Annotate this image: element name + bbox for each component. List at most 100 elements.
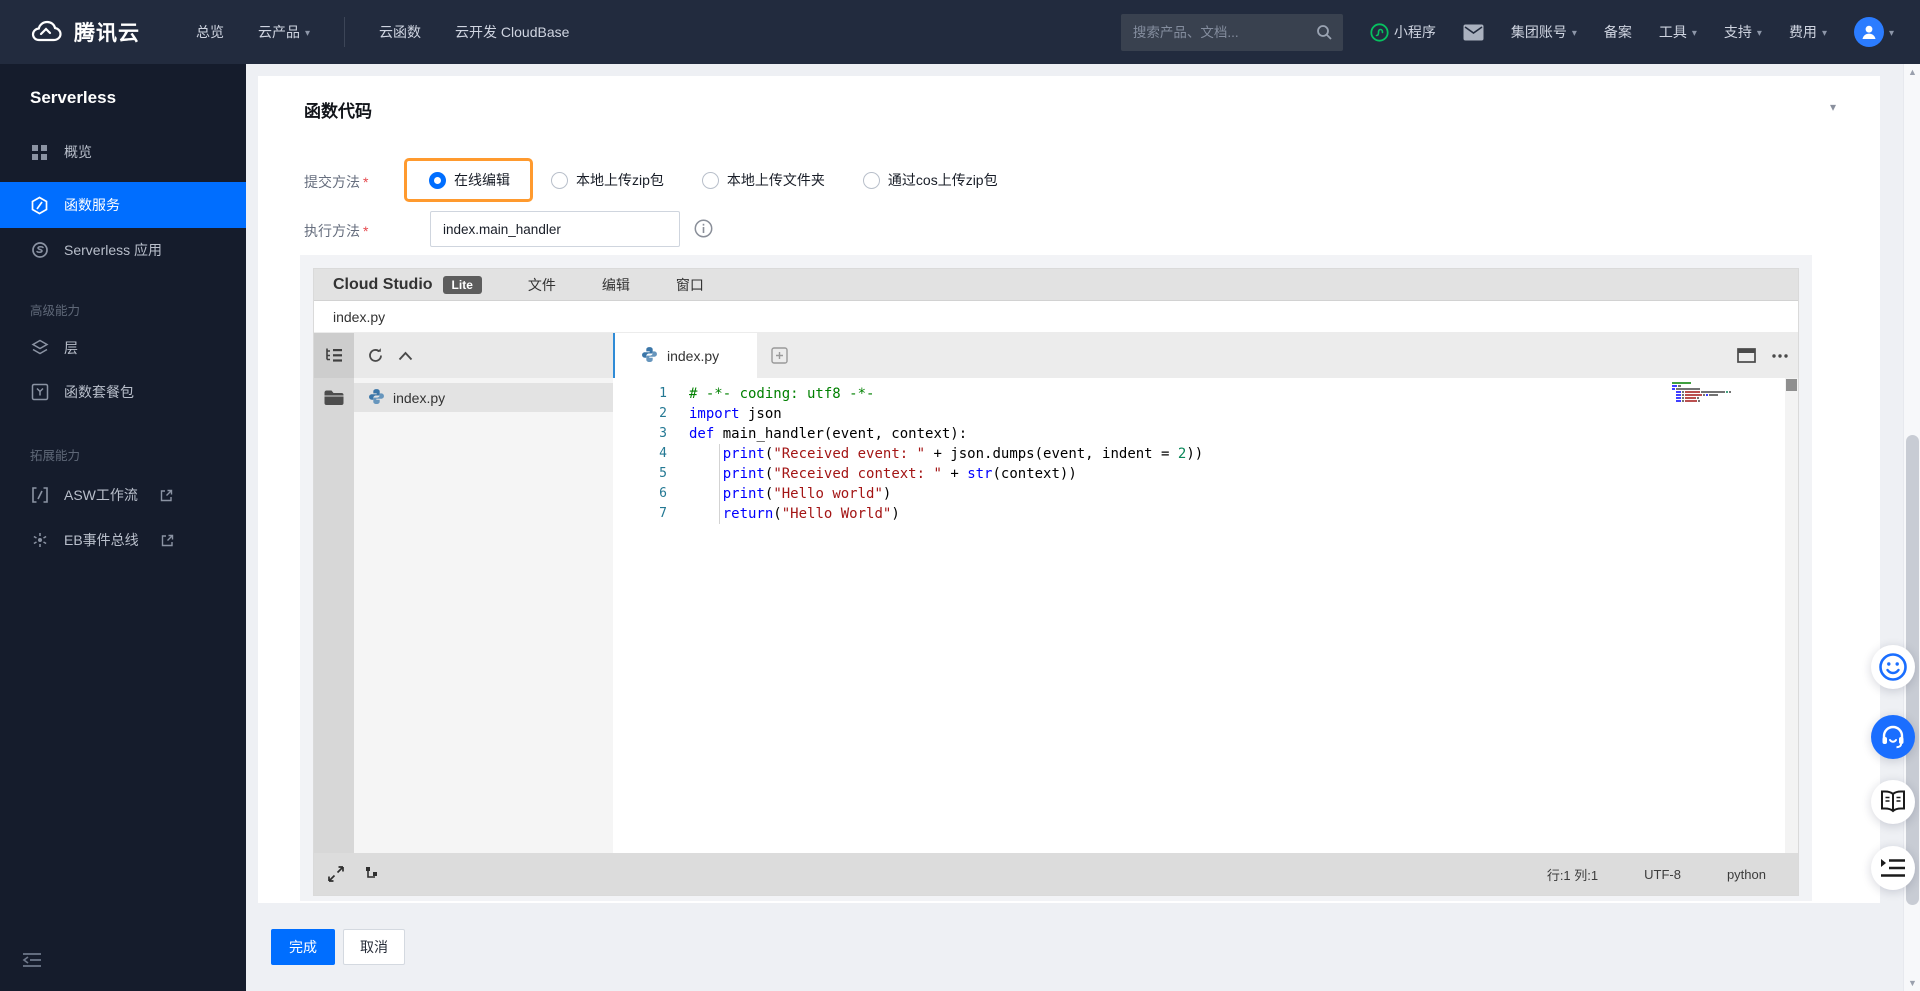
- sidebar-item-label: 层: [64, 338, 78, 358]
- book-icon: [1879, 790, 1907, 814]
- confirm-button[interactable]: 完成: [271, 929, 335, 965]
- nav-overview[interactable]: 总览: [196, 22, 224, 42]
- collapse-section-icon[interactable]: ▾: [1830, 100, 1836, 114]
- status-line-col[interactable]: 行:1 列:1: [1547, 865, 1598, 884]
- docs-button[interactable]: [1871, 780, 1915, 824]
- submit-method-label: 提交方法*: [304, 172, 368, 192]
- account-menu[interactable]: ▾: [1854, 17, 1894, 47]
- refresh-icon[interactable]: [360, 333, 390, 378]
- sidebar-item-label: ASW工作流: [64, 485, 138, 505]
- cancel-button[interactable]: 取消: [343, 929, 405, 965]
- nav-messages[interactable]: [1463, 24, 1484, 41]
- radio-icon: [551, 172, 568, 189]
- code-gutter: 1234567: [613, 384, 667, 524]
- radio-online-edit[interactable]: 在线编辑: [429, 170, 510, 190]
- sidebar: Serverless 概览 函数服务 Serverless 应用 高级能力 层 …: [0, 64, 246, 991]
- eventbus-icon: [30, 531, 49, 550]
- breadcrumb[interactable]: index.py: [314, 301, 1798, 333]
- explorer: index.py: [314, 333, 613, 853]
- search-input[interactable]: [1133, 25, 1316, 40]
- code-editor[interactable]: 1234567 # -*- coding: utf8 -*-import jso…: [613, 378, 1798, 853]
- search-icon[interactable]: [1316, 24, 1333, 41]
- nav-cloudbase[interactable]: 云开发 CloudBase: [455, 22, 569, 42]
- radio-upload-zip[interactable]: 本地上传zip包: [551, 170, 664, 190]
- list-settings-icon: [1880, 858, 1906, 878]
- tabstrip-actions: [1737, 333, 1788, 378]
- sidebar-item-layers[interactable]: 层: [0, 332, 246, 364]
- split-editor-icon[interactable]: [1737, 348, 1756, 363]
- editor-statusbar: 行:1 列:1 UTF-8 python: [314, 853, 1798, 895]
- menu-window[interactable]: 窗口: [676, 275, 704, 295]
- info-icon[interactable]: [694, 219, 713, 243]
- radio-upload-folder[interactable]: 本地上传文件夹: [702, 170, 825, 190]
- radio-cos-zip[interactable]: 通过cos上传zip包: [863, 170, 998, 190]
- python-file-icon: [641, 346, 658, 366]
- tree-item-label: index.py: [393, 390, 445, 406]
- nav-miniprogram[interactable]: 小程序: [1370, 22, 1436, 42]
- editor-scrollbar-thumb[interactable]: [1786, 379, 1797, 391]
- chevron-down-icon: ▾: [1822, 28, 1827, 39]
- sidebar-item-scf[interactable]: 函数服务: [0, 182, 246, 228]
- page-title: 函数代码: [304, 97, 372, 122]
- top-navbar: 腾讯云 总览 云产品▾ 云函数 云开发 CloudBase 小程序 集团账号▾ …: [0, 0, 1920, 64]
- collapse-all-icon[interactable]: [390, 333, 420, 378]
- new-tab-icon[interactable]: [757, 333, 802, 378]
- sidebar-section-advanced: 高级能力: [30, 300, 80, 319]
- serverless-app-icon: [30, 241, 49, 260]
- tab-label: index.py: [667, 348, 719, 364]
- required-mark: *: [363, 223, 368, 239]
- sidebar-item-package[interactable]: 函数套餐包: [0, 376, 246, 408]
- brand-text: 腾讯云: [74, 17, 140, 47]
- menu-edit[interactable]: 编辑: [602, 275, 630, 295]
- nav-group-account[interactable]: 集团账号▾: [1511, 22, 1577, 42]
- tree-view-icon[interactable]: [314, 333, 354, 378]
- editor-scrollbar[interactable]: [1785, 378, 1798, 853]
- nav-support[interactable]: 支持▾: [1724, 22, 1762, 42]
- required-mark: *: [363, 174, 368, 190]
- status-encoding[interactable]: UTF-8: [1644, 867, 1681, 882]
- navbar-right: 小程序 集团账号▾ 备案 工具▾ 支持▾ 费用▾ ▾: [1121, 14, 1894, 51]
- folder-icon[interactable]: [323, 389, 345, 412]
- quick-entry-button[interactable]: [1871, 846, 1915, 890]
- nav-beian[interactable]: 备案: [1604, 22, 1632, 42]
- nav-separator: [344, 17, 345, 47]
- sidebar-item-label: 概览: [64, 142, 92, 162]
- plugin-icon[interactable]: [364, 866, 379, 882]
- radio-icon: [702, 172, 719, 189]
- indent-guide: [719, 444, 720, 524]
- tab-indexpy[interactable]: index.py: [613, 333, 757, 378]
- sidebar-item-overview[interactable]: 概览: [0, 136, 246, 168]
- nav-tools[interactable]: 工具▾: [1659, 22, 1697, 42]
- fullscreen-icon[interactable]: [328, 866, 344, 882]
- scroll-up-icon[interactable]: ▲: [1904, 67, 1920, 77]
- cloud-studio-brand: Cloud Studio: [333, 276, 433, 294]
- navbar-left-menu: 总览 云产品▾ 云函数 云开发 CloudBase: [196, 17, 569, 47]
- scroll-down-icon[interactable]: ▼: [1904, 978, 1920, 988]
- status-language[interactable]: python: [1727, 867, 1766, 882]
- more-actions-icon[interactable]: [1772, 354, 1788, 358]
- mail-icon: [1463, 24, 1484, 41]
- sidebar-item-asw[interactable]: ASW工作流: [0, 479, 246, 511]
- sidebar-item-label: EB事件总线: [64, 530, 139, 550]
- editor-menubar: Cloud Studio Lite 文件 编辑 窗口: [314, 269, 1798, 301]
- exec-method-input[interactable]: [430, 211, 680, 247]
- main-content: 函数代码 ▾ 提交方法* 在线编辑 本地上传zip包 本地上传文件夹: [246, 64, 1920, 991]
- sidebar-item-serverless-app[interactable]: Serverless 应用: [0, 234, 246, 266]
- sidebar-collapse-icon[interactable]: [22, 952, 42, 973]
- lite-badge: Lite: [443, 276, 482, 294]
- nav-billing[interactable]: 费用▾: [1789, 22, 1827, 42]
- tencent-cloud-logo[interactable]: 腾讯云: [30, 17, 140, 47]
- support-chat-button[interactable]: [1871, 715, 1915, 759]
- nav-products[interactable]: 云产品▾: [258, 22, 310, 42]
- menu-file[interactable]: 文件: [528, 275, 556, 295]
- nav-scf[interactable]: 云函数: [379, 22, 421, 42]
- tree-item-indexpy[interactable]: index.py: [354, 383, 613, 412]
- explorer-toolbar: [314, 333, 613, 378]
- submit-method-radio-group: 在线编辑 本地上传zip包 本地上传文件夹 通过cos上传zip包: [404, 158, 1036, 202]
- explorer-main: index.py: [314, 378, 613, 853]
- feedback-smiley-button[interactable]: [1871, 645, 1915, 689]
- editor-panel: Cloud Studio Lite 文件 编辑 窗口 index.py: [300, 255, 1812, 901]
- sidebar-item-eventbridge[interactable]: EB事件总线: [0, 524, 246, 556]
- search-box[interactable]: [1121, 14, 1343, 51]
- minimap[interactable]: [1672, 382, 1784, 403]
